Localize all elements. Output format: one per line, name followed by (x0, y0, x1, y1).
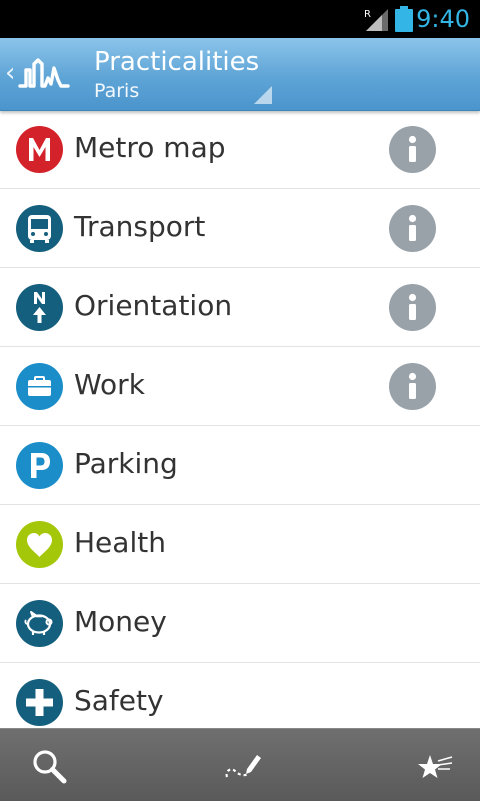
battery-icon (395, 6, 413, 32)
roaming-indicator: R (364, 9, 371, 20)
north-arrow-icon (16, 284, 63, 331)
city-subtitle: Paris (94, 80, 140, 102)
signal-icon: R (364, 9, 388, 31)
status-bar: R 9:40 (0, 0, 480, 38)
list-item-parking[interactable]: Parking (0, 426, 480, 505)
bottom-bar (0, 728, 480, 801)
list-item-label: Orientation (74, 289, 233, 322)
list-item-label: Metro map (74, 131, 226, 164)
action-bar: ‹ Practicalities Paris (0, 38, 480, 111)
list-item-money[interactable]: Money (0, 584, 480, 663)
list-item-label: Parking (74, 447, 178, 480)
list-item-safety[interactable]: Safety (0, 663, 480, 728)
practicalities-list: Metro map Transport Orientation Work Par… (0, 110, 480, 728)
bus-icon (16, 205, 63, 252)
dropdown-indicator-icon (254, 86, 272, 104)
info-icon[interactable] (389, 205, 436, 252)
route-button[interactable] (195, 729, 285, 801)
city-selector[interactable]: Practicalities Paris (92, 44, 272, 106)
briefcase-icon (16, 363, 63, 410)
list-item-metro-map[interactable]: Metro map (0, 110, 480, 189)
favorites-button[interactable] (388, 729, 478, 801)
city-skyline-logo (18, 58, 70, 88)
up-button[interactable]: ‹ (0, 38, 80, 110)
cross-icon (16, 679, 63, 726)
list-item-work[interactable]: Work (0, 347, 480, 426)
list-item-label: Safety (74, 684, 164, 717)
status-time: 9:40 (416, 5, 470, 33)
chevron-left-icon: ‹ (5, 58, 16, 88)
list-item-label: Health (74, 526, 166, 559)
search-icon (33, 750, 67, 784)
info-icon[interactable] (389, 284, 436, 331)
info-icon[interactable] (389, 126, 436, 173)
list-item-label: Transport (74, 210, 206, 243)
route-pencil-icon (225, 755, 261, 778)
list-item-label: Money (74, 605, 167, 638)
page-title: Practicalities (94, 47, 260, 77)
list-item-transport[interactable]: Transport (0, 189, 480, 268)
piggy-bank-icon (16, 600, 63, 647)
search-button[interactable] (2, 729, 92, 801)
info-icon[interactable] (389, 363, 436, 410)
list-item-health[interactable]: Health (0, 505, 480, 584)
list-item-orientation[interactable]: Orientation (0, 268, 480, 347)
favorites-stars-icon (418, 755, 453, 778)
heart-icon (16, 521, 63, 568)
parking-icon (16, 442, 63, 489)
list-item-label: Work (74, 368, 145, 401)
metro-icon (16, 126, 63, 173)
